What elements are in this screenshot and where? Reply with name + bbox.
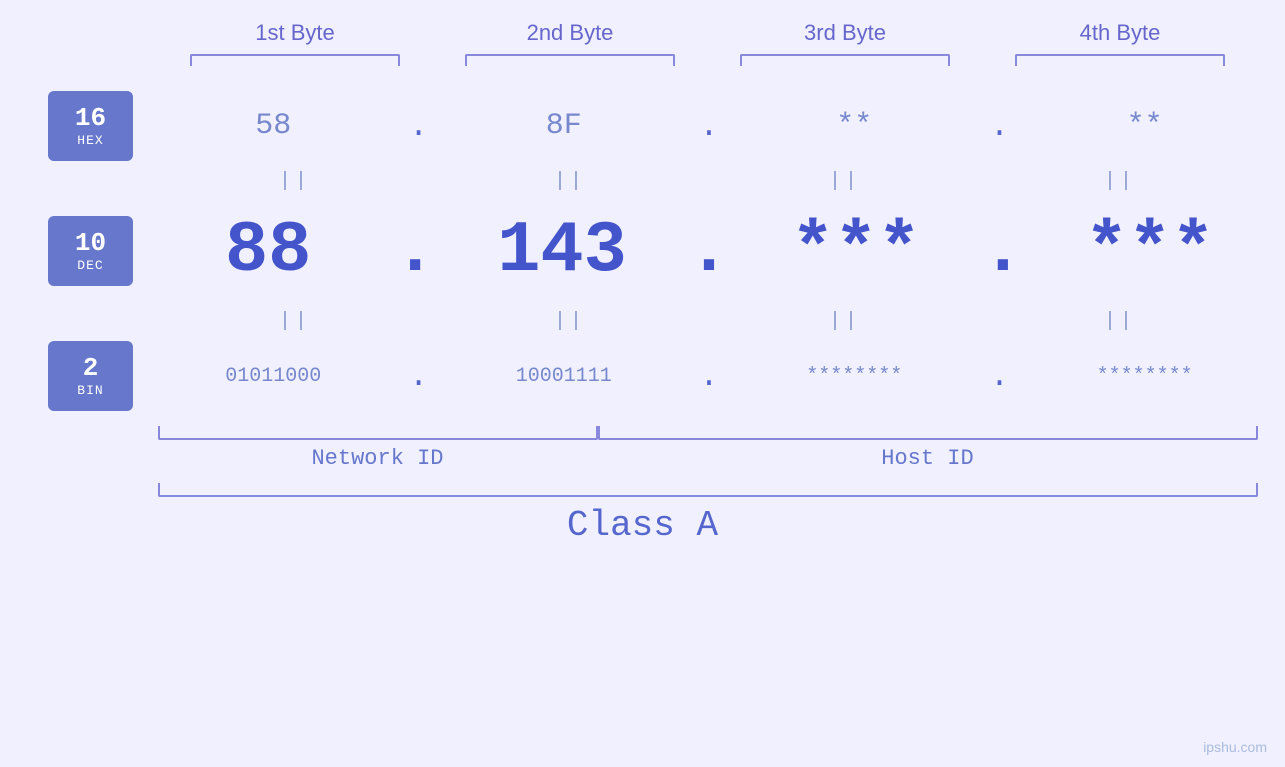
byte3-header: 3rd Byte xyxy=(730,20,960,46)
dec-dot3: . xyxy=(981,210,1024,292)
dec-byte3: *** xyxy=(751,210,961,292)
eq1-b4: || xyxy=(1015,170,1225,193)
bin-dot2: . xyxy=(699,358,718,395)
eq1-b3: || xyxy=(740,170,950,193)
bottom-bracket-host xyxy=(598,426,1258,440)
dec-base-number: 10 xyxy=(75,229,106,258)
bracket-byte2 xyxy=(465,54,675,66)
bin-dot3: . xyxy=(990,358,1009,395)
eq2-b4: || xyxy=(1015,310,1225,333)
dec-byte1: 88 xyxy=(163,210,373,292)
bin-row: 2 BIN 01011000 . 10001111 . ******** . *… xyxy=(0,336,1285,416)
bin-byte3: ******** xyxy=(749,365,959,388)
eq2-b2: || xyxy=(465,310,675,333)
bottom-section: Network ID Host ID xyxy=(158,426,1258,471)
dec-row: 10 DEC 88 . 143 . *** . *** xyxy=(0,196,1285,306)
dec-dot1: . xyxy=(393,210,436,292)
bin-byte1: 01011000 xyxy=(168,365,378,388)
bottom-labels: Network ID Host ID xyxy=(158,446,1258,471)
hex-values: 58 . 8F . ** . ** xyxy=(133,108,1285,145)
hex-byte3: ** xyxy=(749,109,959,143)
hex-byte1: 58 xyxy=(168,109,378,143)
hex-byte2: 8F xyxy=(459,109,669,143)
bracket-byte3 xyxy=(740,54,950,66)
bracket-byte1 xyxy=(190,54,400,66)
equals-row-1: || || || || xyxy=(158,166,1258,196)
byte1-header: 1st Byte xyxy=(180,20,410,46)
byte2-header: 2nd Byte xyxy=(455,20,685,46)
bin-base-number: 2 xyxy=(83,354,99,383)
hex-label-box: 16 HEX xyxy=(48,91,133,161)
hex-dot3: . xyxy=(990,108,1009,145)
eq2-b1: || xyxy=(190,310,400,333)
dec-byte2: 143 xyxy=(457,210,667,292)
dec-label-box: 10 DEC xyxy=(48,216,133,286)
main-container: 1st Byte 2nd Byte 3rd Byte 4th Byte 16 H… xyxy=(0,0,1285,767)
bin-label-box: 2 BIN xyxy=(48,341,133,411)
hex-byte4: ** xyxy=(1040,109,1250,143)
hex-row: 16 HEX 58 . 8F . ** . ** xyxy=(0,86,1285,166)
byte4-header: 4th Byte xyxy=(1005,20,1235,46)
big-bottom-bracket xyxy=(158,483,1258,497)
byte-headers-row: 1st Byte 2nd Byte 3rd Byte 4th Byte xyxy=(158,20,1258,46)
host-id-label: Host ID xyxy=(598,446,1258,471)
hex-dot2: . xyxy=(699,108,718,145)
bin-dot1: . xyxy=(409,358,428,395)
dec-base-text: DEC xyxy=(77,258,103,273)
dec-dot2: . xyxy=(687,210,730,292)
class-label: Class A xyxy=(567,505,718,546)
dec-values: 88 . 143 . *** . *** xyxy=(133,210,1285,292)
eq1-b1: || xyxy=(190,170,400,193)
bottom-bracket-network xyxy=(158,426,598,440)
bin-byte4: ******** xyxy=(1040,365,1250,388)
eq1-b2: || xyxy=(465,170,675,193)
hex-base-text: HEX xyxy=(77,133,103,148)
bin-byte2: 10001111 xyxy=(459,365,669,388)
eq2-b3: || xyxy=(740,310,950,333)
bottom-brackets xyxy=(158,426,1258,440)
network-id-label: Network ID xyxy=(158,446,598,471)
top-brackets xyxy=(158,54,1258,66)
bracket-byte4 xyxy=(1015,54,1225,66)
bin-values: 01011000 . 10001111 . ******** . *******… xyxy=(133,358,1285,395)
bin-base-text: BIN xyxy=(77,383,103,398)
hex-base-number: 16 xyxy=(75,104,106,133)
dec-byte4: *** xyxy=(1045,210,1255,292)
hex-dot1: . xyxy=(409,108,428,145)
equals-row-2: || || || || xyxy=(158,306,1258,336)
watermark: ipshu.com xyxy=(1203,739,1267,755)
